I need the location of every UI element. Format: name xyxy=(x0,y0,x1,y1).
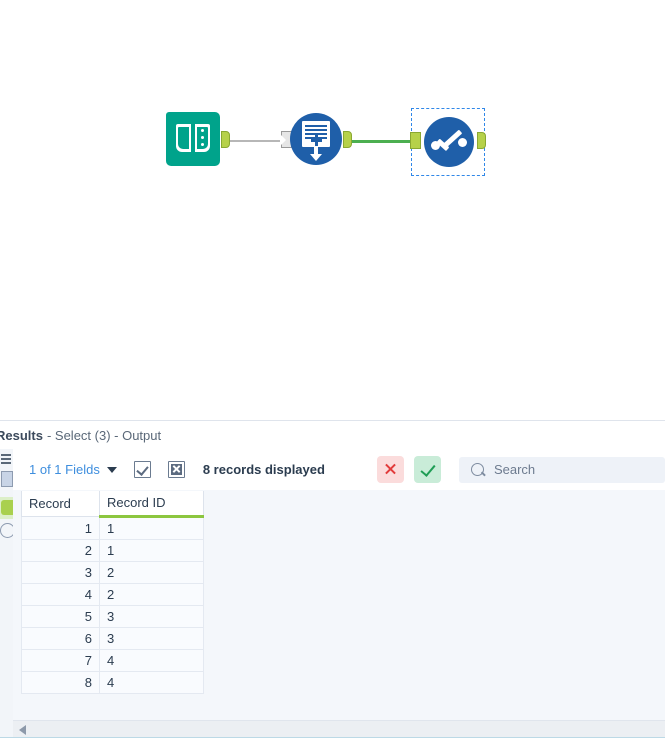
data-table: Record Record ID 1 1 2 1 3 2 4 2 5 3 6 3… xyxy=(21,491,204,694)
fields-dropdown[interactable]: 1 of 1 Fields xyxy=(29,462,117,477)
table-row[interactable]: 5 3 xyxy=(21,605,204,628)
results-toolbar: 1 of 1 Fields 8 records displayed Search xyxy=(13,449,665,491)
table-row[interactable]: 4 2 xyxy=(21,583,204,606)
cell-record-id: 1 xyxy=(99,539,204,562)
output-anchor-select[interactable] xyxy=(343,131,352,148)
folder-notch xyxy=(166,112,192,119)
cell-record-id: 4 xyxy=(99,649,204,672)
fields-dropdown-label: 1 of 1 Fields xyxy=(29,462,100,477)
browse-curve-icon xyxy=(436,129,463,152)
table-row[interactable]: 8 4 xyxy=(21,671,204,694)
tool-select[interactable] xyxy=(290,113,342,165)
down-arrow-icon xyxy=(310,146,322,161)
checkbox-x-icon[interactable] xyxy=(167,461,185,478)
checkbox-checked-icon[interactable] xyxy=(133,461,151,478)
table-body: 1 1 2 1 3 2 4 2 5 3 6 3 7 4 8 4 xyxy=(21,516,204,694)
input-anchor-browse[interactable] xyxy=(410,132,421,149)
column-header-record[interactable]: Record xyxy=(21,491,100,517)
table-header-row: Record Record ID xyxy=(21,491,204,518)
output-anchor-browse[interactable] xyxy=(477,132,486,149)
workflow-canvas[interactable] xyxy=(0,0,665,420)
cell-record: 4 xyxy=(21,583,100,606)
column-header-record-id[interactable]: Record ID xyxy=(99,491,204,518)
table-row[interactable]: 3 2 xyxy=(21,561,204,584)
results-title: Results xyxy=(0,427,43,443)
cell-record-id: 1 xyxy=(99,516,204,540)
cell-record-id: 4 xyxy=(99,671,204,694)
results-grid[interactable]: Record Record ID 1 1 2 1 3 2 4 2 5 3 6 3… xyxy=(13,490,665,728)
connection-input-to-select[interactable] xyxy=(230,140,284,142)
cell-record: 2 xyxy=(21,539,100,562)
horizontal-scrollbar[interactable] xyxy=(13,720,665,738)
triangle-left-icon[interactable] xyxy=(19,725,26,735)
connection-select-to-browse[interactable] xyxy=(352,140,412,143)
records-displayed-label: 8 records displayed xyxy=(202,462,325,477)
results-title-bar: Results - Select (3) - Output xyxy=(0,421,665,449)
table-row[interactable]: 6 3 xyxy=(21,627,204,650)
list-lines-icon[interactable] xyxy=(1,453,13,469)
cell-record: 8 xyxy=(21,671,100,694)
panel-layout-icon[interactable] xyxy=(1,471,13,487)
cell-record: 7 xyxy=(21,649,100,672)
cell-record: 5 xyxy=(21,605,100,628)
data-profile-icon[interactable] xyxy=(0,497,16,519)
cell-record-id: 3 xyxy=(99,627,204,650)
table-row[interactable]: 1 1 xyxy=(21,516,204,540)
cell-record-id: 2 xyxy=(99,583,204,606)
cell-record: 6 xyxy=(21,627,100,650)
cell-record: 3 xyxy=(21,561,100,584)
search-icon xyxy=(470,463,484,476)
tool-input-data[interactable] xyxy=(166,112,220,166)
plus-horizontal xyxy=(311,139,322,142)
cell-record-id: 2 xyxy=(99,561,204,584)
tool-browse[interactable] xyxy=(424,117,474,167)
cell-record: 1 xyxy=(21,516,100,540)
cancel-button[interactable] xyxy=(376,456,404,483)
search-input[interactable]: Search xyxy=(458,456,665,483)
chevron-down-icon xyxy=(106,466,117,473)
search-placeholder: Search xyxy=(493,462,536,477)
table-row[interactable]: 7 4 xyxy=(21,649,204,672)
results-left-rail[interactable] xyxy=(0,449,16,747)
cell-record-id: 3 xyxy=(99,605,204,628)
table-row[interactable]: 2 1 xyxy=(21,539,204,562)
apply-button[interactable] xyxy=(413,456,441,483)
output-anchor-input-data[interactable] xyxy=(221,131,230,148)
book-icon xyxy=(175,124,211,154)
results-subtitle: - Select (3) - Output xyxy=(46,427,162,443)
results-panel: Results - Select (3) - Output 1 of 1 Fie… xyxy=(0,420,665,747)
